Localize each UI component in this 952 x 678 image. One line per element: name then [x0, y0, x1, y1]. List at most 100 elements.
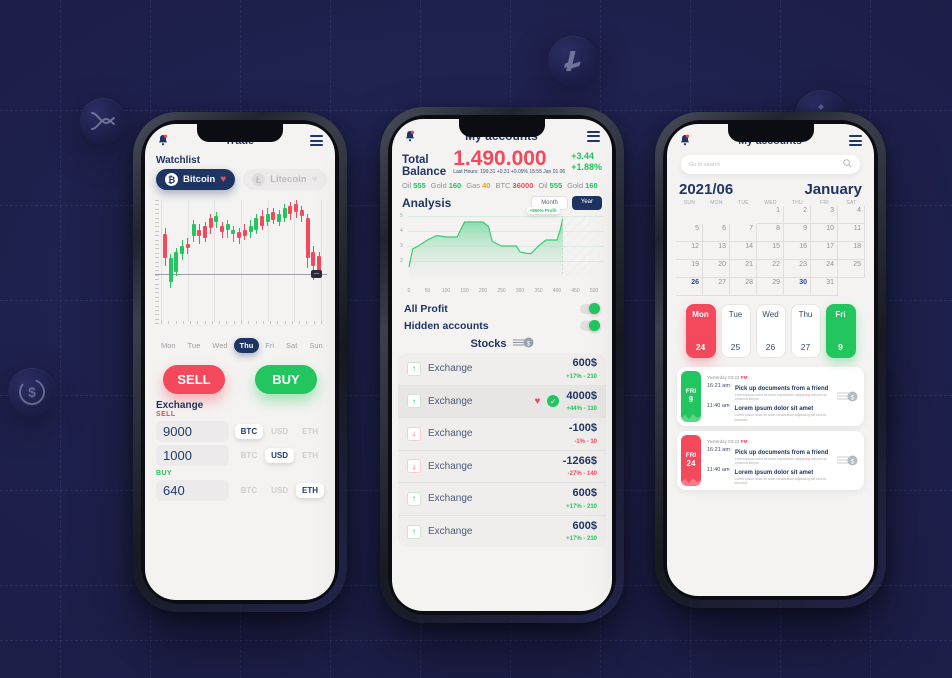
calendar-day-8[interactable]: 8 — [757, 224, 784, 242]
calendar-day-25[interactable]: 25 — [838, 260, 865, 278]
calendar-day-11[interactable]: 11 — [838, 224, 865, 242]
stock-row[interactable]: ↓ Exchange -100$ -1% - 10 — [398, 418, 606, 451]
currency-btc-button[interactable]: BTC — [235, 483, 263, 498]
stock-row[interactable]: ↑ Exchange 600$ +17% - 210 — [398, 353, 606, 386]
event-description: Lorem ipsum dolor sit amet consectetur a… — [734, 456, 827, 465]
event-card[interactable]: FRI 9 Yesterday 03:22 PM 16:21 am Pick up do… — [677, 367, 864, 426]
bell-icon[interactable] — [404, 130, 416, 143]
day-tab-wed[interactable]: Wed — [206, 338, 233, 353]
currency-btc-button[interactable]: BTC — [234, 424, 264, 439]
event-time: 16:21 am — [707, 383, 730, 389]
day-tab-sun[interactable]: Sun — [303, 338, 328, 353]
amount-input[interactable]: 640 — [156, 480, 229, 501]
candle-body — [180, 246, 185, 254]
menu-icon[interactable] — [848, 135, 862, 146]
calendar-day-10[interactable]: 10 — [811, 224, 838, 242]
calendar-day-1[interactable]: 1 — [757, 206, 784, 224]
calendar-day-22[interactable]: 22 — [757, 260, 784, 278]
calendar-day-4[interactable]: 4 — [838, 206, 865, 224]
search-icon[interactable] — [843, 159, 852, 170]
toggle-switch-all-profit[interactable] — [580, 303, 600, 314]
search-input[interactable]: Go to search — [689, 162, 721, 168]
calendar-day-5[interactable]: 5 — [676, 224, 703, 242]
currency-usd-button[interactable]: USD — [265, 448, 294, 463]
calendar-day-14[interactable]: 14 — [730, 242, 757, 260]
calendar-day-13[interactable]: 13 — [703, 242, 730, 260]
stock-row[interactable]: ↑ Exchange 600$ +17% - 210 — [398, 483, 606, 516]
calendar-day-31[interactable]: 31 — [811, 278, 838, 296]
currency-usd-button[interactable]: USD — [265, 424, 294, 439]
analysis-area-chart[interactable]: 2 3 4 5 0 50 100 150 200 250 300 350 400 450 500 +850% … — [400, 207, 604, 294]
day-card-fri[interactable]: Fri 9 — [825, 304, 856, 358]
menu-icon[interactable] — [587, 130, 600, 142]
amount-input[interactable]: 9000 — [156, 421, 229, 442]
calendar-day-30[interactable]: 30 — [784, 278, 811, 296]
heart-icon[interactable]: ♥ — [312, 174, 318, 185]
calendar-day-28[interactable]: 28 — [730, 278, 757, 296]
ticker-name: Oil — [402, 181, 412, 190]
watchlist-chip-litecoin[interactable]: Ł Litecoin ♥ — [243, 169, 327, 190]
calendar-day-3[interactable]: 3 — [811, 206, 838, 224]
bell-icon[interactable] — [157, 134, 169, 147]
heart-icon[interactable]: ♥ — [534, 396, 540, 407]
day-tab-tue[interactable]: Tue — [182, 338, 207, 353]
calendar-day-7[interactable]: 7 — [730, 224, 757, 242]
stock-row[interactable]: ↑ Exchange 600$ +17% - 210 — [398, 516, 606, 548]
day-tab-mon[interactable]: Mon — [155, 338, 182, 353]
calendar-day-19[interactable]: 19 — [676, 260, 703, 278]
calendar-day-17[interactable]: 17 — [811, 242, 838, 260]
range-year-button[interactable]: Year — [571, 196, 602, 210]
calendar-cell-empty — [703, 206, 730, 223]
day-card-mon[interactable]: Mon 24 — [685, 304, 716, 358]
candlestick-chart[interactable]: — — [155, 196, 327, 336]
day-tab-fri[interactable]: Fri — [259, 338, 280, 353]
calendar-day-29[interactable]: 29 — [757, 278, 784, 296]
candle-body — [288, 206, 293, 214]
event-title: Lorem ipsum dolor sit amet — [734, 470, 814, 477]
buy-button[interactable]: BUY — [255, 365, 317, 394]
currency-usd-button[interactable]: USD — [265, 483, 294, 498]
calendar-year[interactable]: 2021/06 — [679, 181, 733, 198]
day-card-tue[interactable]: Tue 25 — [720, 304, 751, 358]
stock-row[interactable]: ↑ Exchange ♥ ✓ 4000$ +44% - 110 — [398, 385, 606, 419]
watchlist-chip-bitcoin[interactable]: ₿ Bitcoin ♥ — [156, 169, 236, 190]
sell-button[interactable]: SELL — [163, 365, 225, 394]
currency-eth-button[interactable]: ETH — [296, 424, 324, 439]
calendar-day-9[interactable]: 9 — [784, 224, 811, 242]
calendar-day-2[interactable]: 2 — [784, 206, 811, 224]
x-axis-tick — [306, 321, 308, 324]
day-tab-sat[interactable]: Sat — [280, 338, 303, 353]
day-card-wed[interactable]: Wed 26 — [755, 304, 786, 358]
calendar-day-26[interactable]: 26 — [676, 278, 703, 296]
calendar-day-23[interactable]: 23 — [784, 260, 811, 278]
currency-eth-button[interactable]: ETH — [296, 448, 324, 463]
calendar-day-20[interactable]: 20 — [703, 260, 730, 278]
stock-amount: 600$ +17% - 210 — [566, 520, 597, 542]
event-card[interactable]: FRI 24 Yesterday 03:22 PM 16:21 am Pick up d… — [677, 430, 864, 490]
exchange-row: 9000 BTC USD ETH — [156, 421, 324, 442]
search-bar[interactable]: Go to search — [681, 155, 860, 174]
calendar-day-15[interactable]: 15 — [757, 242, 784, 260]
day-card-thu[interactable]: Thu 27 — [790, 304, 821, 358]
toggle-switch-hidden-accounts[interactable] — [580, 320, 600, 331]
calendar-day-21[interactable]: 21 — [730, 260, 757, 278]
calendar-day-6[interactable]: 6 — [703, 224, 730, 242]
calendar-month[interactable]: January — [804, 181, 862, 198]
ticker-value: 555 — [549, 181, 563, 190]
calendar-day-18[interactable]: 18 — [838, 242, 865, 260]
x-axis-tick — [204, 321, 206, 324]
currency-btc-button[interactable]: BTC — [235, 448, 263, 463]
calendar-day-27[interactable]: 27 — [703, 278, 730, 296]
stock-row[interactable]: ↓ Exchange -1266$ -27% - 140 — [398, 451, 606, 484]
exchange-buy-label: BUY — [156, 470, 172, 477]
calendar-day-12[interactable]: 12 — [676, 242, 703, 260]
menu-icon[interactable] — [309, 135, 323, 146]
currency-eth-button[interactable]: ETH — [296, 483, 324, 498]
day-card-dow: Thu — [798, 310, 813, 319]
day-tab-thu[interactable]: Thu — [233, 338, 260, 353]
heart-icon[interactable]: ♥ — [220, 174, 226, 185]
calendar-day-16[interactable]: 16 — [784, 242, 811, 260]
bell-icon[interactable] — [679, 134, 691, 147]
calendar-day-24[interactable]: 24 — [811, 260, 838, 278]
amount-input[interactable]: 1000 — [156, 445, 229, 466]
